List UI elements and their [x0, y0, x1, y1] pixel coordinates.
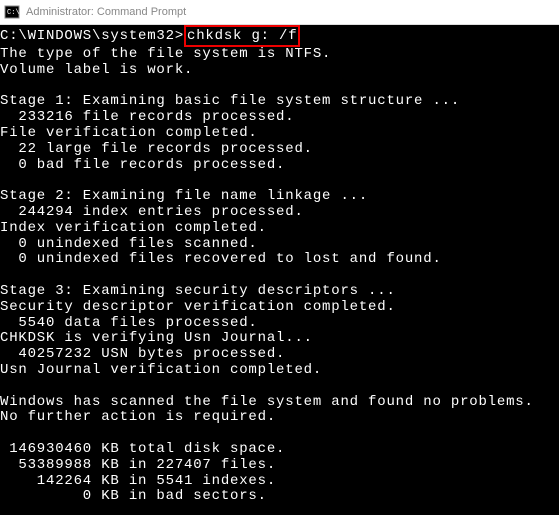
prompt: C:\WINDOWS\system32>	[0, 29, 184, 45]
terminal-output[interactable]: C:\WINDOWS\system32>chkdsk g: /fThe type…	[0, 25, 559, 515]
svg-text:C:\: C:\	[7, 9, 20, 17]
command-input: chkdsk g: /f	[184, 25, 300, 47]
title-bar[interactable]: C:\ Administrator: Command Prompt	[0, 0, 559, 25]
terminal-lines: The type of the file system is NTFS. Vol…	[0, 46, 534, 504]
window-title: Administrator: Command Prompt	[26, 6, 186, 18]
cmd-icon: C:\	[4, 4, 20, 20]
